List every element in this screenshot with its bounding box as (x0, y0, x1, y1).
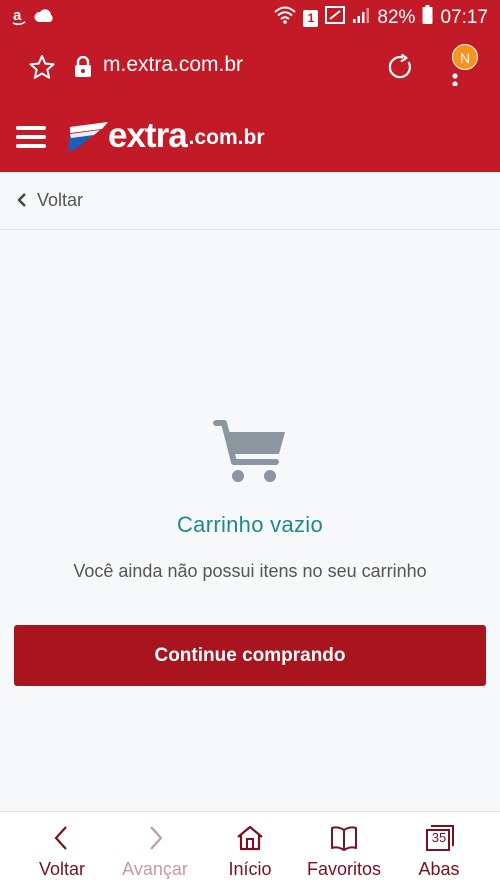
nfc-icon (325, 6, 346, 30)
sim-badge: 1 (303, 9, 319, 27)
nav-back-button[interactable]: Voltar (12, 812, 112, 889)
logo-word: extra (108, 116, 188, 155)
back-label: Voltar (37, 190, 84, 210)
site-header: extra .com.br (0, 100, 500, 172)
bookmarks-icon (331, 826, 357, 851)
svg-text:a: a (13, 7, 22, 24)
url-field[interactable]: m.extra.com.br (103, 53, 243, 77)
chevron-left-icon (54, 826, 67, 850)
nav-forward-label: Avançar (122, 859, 188, 879)
nav-home-label: Início (228, 859, 272, 879)
amazon-notification-icon: a (12, 6, 26, 32)
status-bar: a 1 82% 07:17 (0, 0, 500, 34)
weather-icon (34, 6, 56, 32)
extra-logo[interactable]: extra .com.br (66, 116, 265, 156)
lock-icon (74, 55, 92, 83)
hamburger-menu-icon[interactable] (16, 126, 46, 148)
nav-back-label: Voltar (38, 859, 86, 879)
logo-mark-icon (68, 122, 108, 151)
nav-tabs-label: Abas (418, 859, 460, 879)
browser-toolbar: m.extra.com.br N (0, 34, 500, 100)
browser-bottom-nav: Voltar Avançar Início Favoritos 35 Abas (0, 811, 500, 889)
logo-domain: .com.br (188, 126, 265, 149)
clock: 07:17 (440, 7, 488, 28)
empty-cart-title: Carrinho vazio (176, 512, 324, 537)
wifi-icon (274, 6, 297, 30)
nav-favorites-button[interactable]: Favoritos (294, 812, 394, 889)
battery-icon (422, 5, 433, 31)
shopping-cart-icon (212, 418, 288, 491)
back-link[interactable]: Voltar (0, 172, 500, 230)
chevron-right-icon (150, 826, 163, 850)
home-icon (237, 825, 263, 851)
nav-forward-button[interactable]: Avançar (105, 812, 205, 889)
star-icon[interactable] (28, 54, 56, 85)
signal-icon (352, 6, 370, 30)
nav-home-button[interactable]: Início (200, 812, 300, 889)
reload-icon[interactable] (386, 53, 414, 86)
chevron-left-icon (16, 192, 28, 213)
avatar[interactable]: N (452, 44, 478, 70)
tabs-count: 35 (431, 830, 447, 845)
continue-shopping-button[interactable]: Continue comprando (14, 625, 486, 686)
battery-percent: 82% (377, 7, 416, 28)
nav-favorites-label: Favoritos (306, 859, 382, 879)
nav-tabs-button[interactable]: 35 Abas (389, 812, 489, 889)
empty-cart-message: Você ainda não possui itens no seu carri… (73, 561, 427, 581)
